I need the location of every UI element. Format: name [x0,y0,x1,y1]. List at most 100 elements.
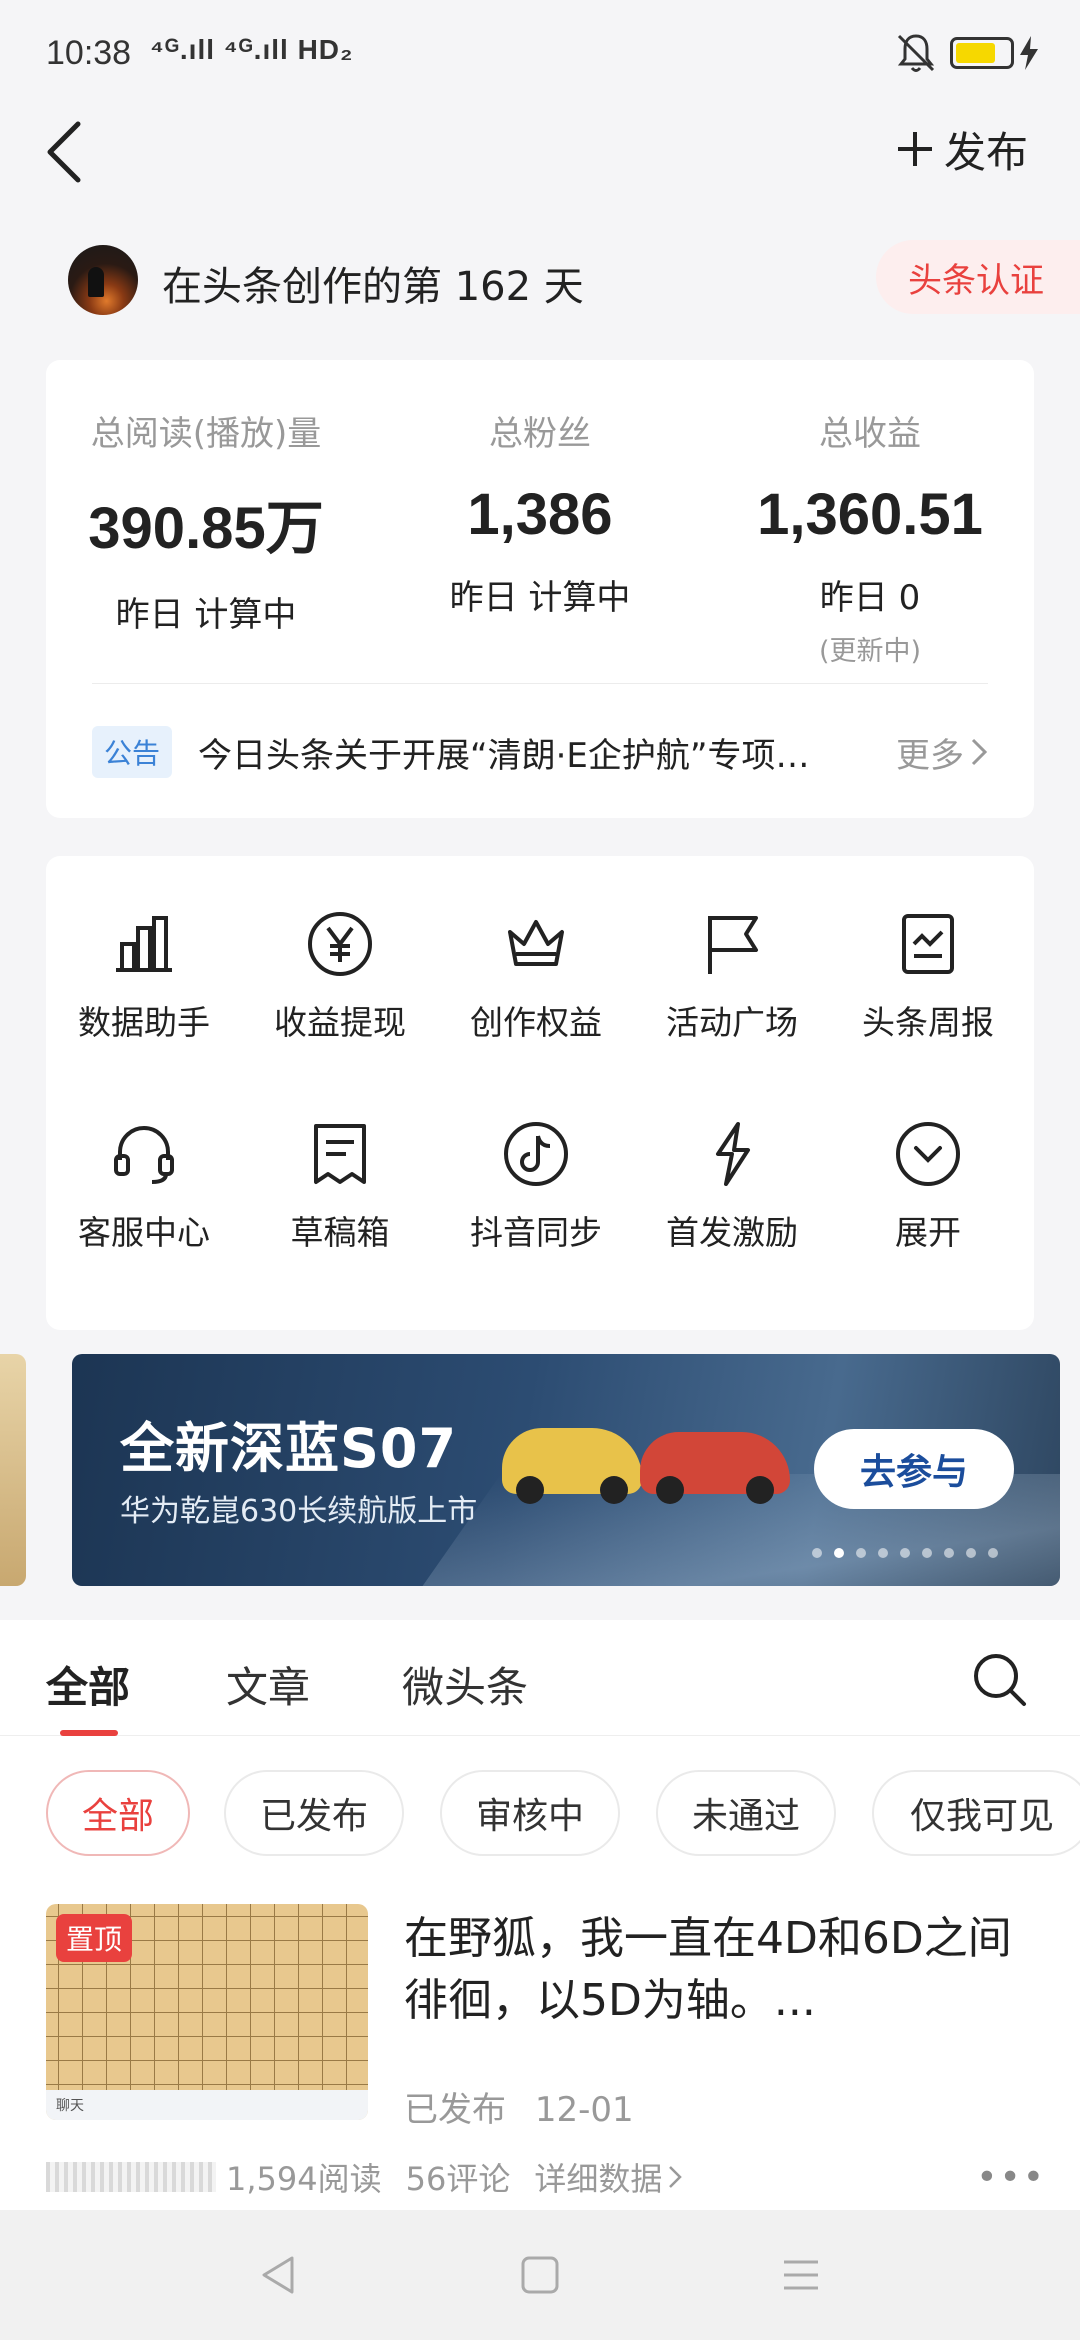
tool-douyin-sync[interactable]: 抖音同步 [438,1118,634,1254]
tab-active-indicator [60,1730,118,1736]
article-thumbnail[interactable]: 置顶 聊天 [46,1904,368,2120]
expand-icon [896,1122,960,1186]
article-date: 12-01 [534,2090,634,2130]
more-options-icon[interactable]: ••• [976,2157,1046,2198]
banner-car-yellow [502,1428,642,1504]
mute-icon [897,34,935,72]
pagination-dot [944,1548,954,1558]
announcement-tag: 公告 [92,726,173,778]
tool-label: 客服中心 [78,1213,210,1252]
nav-home-icon[interactable] [515,2250,565,2300]
pagination-dot [966,1548,976,1558]
status-time: 10:38 [46,34,132,72]
chevron-right-icon [971,738,988,766]
tool-label: 活动广场 [666,1003,798,1042]
banner-pagination [812,1548,998,1558]
avatar[interactable] [68,245,138,315]
tool-label: 收益提现 [274,1003,406,1042]
tool-weekly-report[interactable]: 头条周报 [830,908,1026,1044]
announcement-row[interactable]: 公告 今日头条关于开展“清朗·E企护航”专项… 更多 [92,722,988,782]
stat-label: 总阅读(播放)量 [90,414,322,454]
promo-banner[interactable]: 全新深蓝S07 华为乾崑630长续航版上市 去参与 [72,1354,1060,1586]
announcement-more-link[interactable]: 更多 [896,728,988,777]
publish-button[interactable]: 发布 [896,118,1028,180]
stat-yesterday: 昨日 计算中 [449,578,631,618]
banner-previous-slide[interactable] [0,1354,26,1586]
divider [92,683,988,684]
filter-rejected[interactable]: 未通过 [656,1770,836,1856]
tool-label: 草稿箱 [290,1213,390,1252]
system-nav-bar [0,2210,1080,2340]
filter-private[interactable]: 仅我可见 [872,1770,1080,1856]
stat-value: 390.85万 [88,496,324,561]
detail-data-link[interactable]: 详细数据 [534,2154,683,2200]
filter-published[interactable]: 已发布 [224,1770,404,1856]
tool-customer-service[interactable]: 客服中心 [46,1118,242,1254]
tool-label: 展开 [895,1213,961,1252]
chevron-right-icon [669,2166,683,2188]
banner-subtitle: 华为乾崑630长续航版上市 [120,1494,478,1529]
back-button[interactable] [44,114,104,190]
blurred-author [46,2162,216,2192]
nav-back-icon[interactable] [254,2250,304,2300]
tool-label: 数据助手 [78,1003,210,1042]
flag-icon [708,916,758,974]
report-icon [902,914,954,974]
stat-total-income[interactable]: 总收益 1,360.51 昨日 0 (更新中) [710,406,1030,668]
signal-indicator: ⁴ᴳ.ıll ⁴ᴳ.ıll HD₂ [150,34,354,65]
banner-join-button[interactable]: 去参与 [814,1429,1014,1509]
draft-icon [314,1124,366,1184]
stat-total-reads[interactable]: 总阅读(播放)量 390.85万 昨日 计算中 [46,406,366,636]
headset-icon [114,1126,174,1184]
article-item[interactable]: 置顶 聊天 在野狐，我一直在4D和6D之间徘徊，以5D为轴。... 已发布 12… [46,1904,1046,2204]
stat-updating-note: (更新中) [818,636,922,667]
pagination-dot [922,1548,932,1558]
article-stats: 1,594阅读 56评论 详细数据 ••• [46,2154,1046,2200]
crown-icon [508,920,564,966]
banner-car-red [640,1432,790,1504]
publish-label: 发布 [944,127,1029,177]
tool-creator-rights[interactable]: 创作权益 [438,908,634,1044]
search-icon[interactable] [970,1650,1030,1710]
status-filters: 全部 已发布 审核中 未通过 仅我可见 [46,1770,1080,1860]
stats-card: 总阅读(播放)量 390.85万 昨日 计算中 总粉丝 1,386 昨日 计算中… [46,360,1034,818]
filter-all[interactable]: 全部 [46,1770,190,1856]
tab-all[interactable]: 全部 [46,1654,130,1715]
article-status: 已发布 [404,2090,506,2130]
back-arrow-icon [47,121,81,183]
stat-label: 总粉丝 [489,414,591,454]
announcement-text[interactable]: 今日头条关于开展“清朗·E企护航”专项… [198,728,858,777]
tab-micro-posts[interactable]: 微头条 [402,1654,528,1715]
tool-label: 头条周报 [862,1003,994,1042]
tool-first-publish-incentive[interactable]: 首发激励 [634,1118,830,1254]
nav-menu-icon[interactable] [776,2250,826,2300]
pagination-dot [834,1548,844,1558]
article-reads: 1,594阅读 [226,2160,382,2198]
stat-value: 1,360.51 [757,482,983,547]
content-tabs: 全部 文章 微头条 [0,1620,1080,1736]
stat-total-fans[interactable]: 总粉丝 1,386 昨日 计算中 [380,406,700,619]
tool-drafts[interactable]: 草稿箱 [242,1118,438,1254]
tool-income-withdraw[interactable]: 收益提现 [242,908,438,1044]
tab-articles[interactable]: 文章 [226,1654,310,1715]
tool-data-assistant[interactable]: 数据助手 [46,908,242,1044]
stat-value: 1,386 [467,482,613,547]
certification-badge[interactable]: 头条认证 [876,240,1080,314]
article-title[interactable]: 在野狐，我一直在4D和6D之间徘徊，以5D为轴。... [404,1908,1044,2032]
filter-under-review[interactable]: 审核中 [440,1770,620,1856]
charging-icon [1020,36,1038,70]
pagination-dot [812,1548,822,1558]
battery-icon [950,37,1014,69]
tool-label: 抖音同步 [470,1213,602,1252]
stat-label: 总收益 [819,414,921,454]
pagination-dot [900,1548,910,1558]
tool-activity-square[interactable]: 活动广场 [634,908,830,1044]
tool-expand[interactable]: 展开 [830,1118,1026,1254]
thumbnail-caption: 聊天 [46,2090,368,2120]
stat-yesterday: 昨日 0 [819,578,921,618]
status-bar: 10:38 ⁴ᴳ.ıll ⁴ᴳ.ıll HD₂ [0,0,1080,110]
creation-days-text: 在头条创作的第 162 天 [162,264,584,310]
pinned-badge: 置顶 [56,1914,133,1962]
yen-icon [308,912,372,976]
pagination-dot [856,1548,866,1558]
